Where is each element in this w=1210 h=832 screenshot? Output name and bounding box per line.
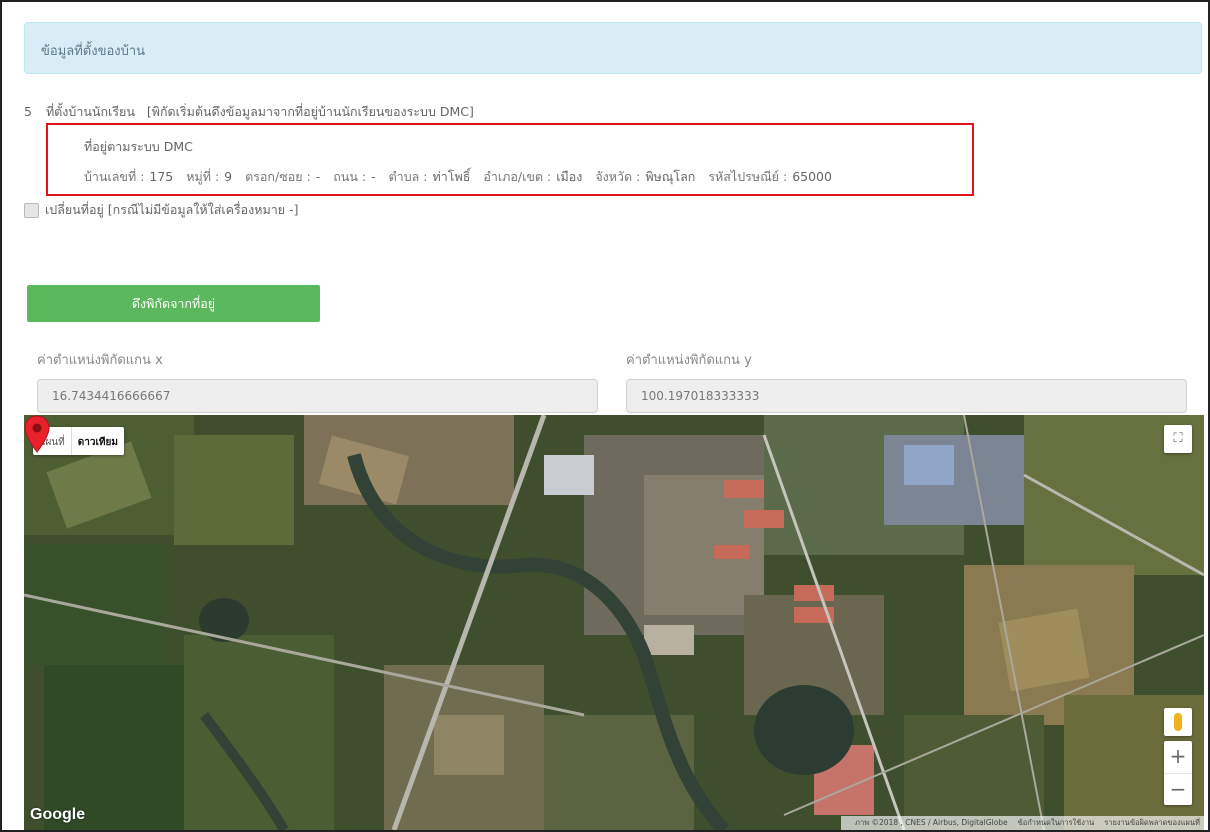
alley-value: - (315, 169, 321, 184)
postcode-value: 65000 (792, 169, 832, 184)
village-label: หมู่ที่ : (186, 169, 220, 184)
province-label: จังหวัด : (595, 169, 641, 184)
subdistrict-value: ท่าโพธิ์ (432, 169, 471, 184)
map-attribution: ภาพ ©2018 , CNES / Airbus, DigitalGlobe … (841, 816, 1204, 830)
satellite-imagery (24, 415, 1204, 830)
subdistrict-label: ตำบล : (388, 169, 428, 184)
fetch-coords-button[interactable]: ดึงพิกัดจากที่อยู่ (27, 285, 320, 322)
village-value: 9 (224, 169, 233, 184)
x-coord-label: ค่าตำแหน่งพิกัดแกน x (37, 353, 163, 368)
district-label: อำเภอ/เขต : (483, 169, 552, 184)
district-value: เมือง (556, 169, 583, 184)
house-number-value: 175 (149, 169, 174, 184)
question-label: ที่ตั้งบ้านนักเรียน (45, 104, 135, 119)
road-value: - (371, 169, 376, 184)
pegman-icon[interactable] (1164, 708, 1192, 736)
section-title: ข้อมูลที่ตั้งของบ้าน (41, 44, 146, 59)
y-coord-input[interactable]: 100.197018333333 (626, 379, 1187, 413)
question-number: 5 (24, 104, 32, 119)
province-value: พิษณุโลก (645, 169, 696, 184)
satellite-map[interactable]: แผนที่ ดาวเทียม ⛶ + − Google ภาพ ©2018 ,… (24, 415, 1204, 830)
map-report-error-link[interactable]: รายงานข้อผิดพลาดของแผนที่ (1104, 817, 1200, 829)
zoom-in-button[interactable]: + (1164, 741, 1192, 773)
postcode-label: รหัสไปรษณีย์ : (708, 169, 788, 184)
map-type-satellite-button[interactable]: ดาวเทียม (70, 427, 124, 455)
location-marker-icon[interactable] (24, 415, 50, 453)
map-copyright: ภาพ ©2018 , CNES / Airbus, DigitalGlobe (855, 818, 1008, 827)
dmc-address-box: ที่อยู่ตามระบบ DMC บ้านเลขที่ : 175 หมู่ท… (46, 123, 974, 196)
map-terms-link[interactable]: ข้อกำหนดในการใช้งาน (1018, 817, 1095, 829)
change-address-label: เปลี่ยนที่อยู่ [กรณีไม่มีข้อมูลให้ใส่เคร… (45, 202, 299, 217)
zoom-out-button[interactable]: − (1164, 773, 1192, 805)
change-address-checkbox[interactable] (24, 202, 39, 218)
change-address-row[interactable]: เปลี่ยนที่อยู่ [กรณีไม่มีข้อมูลให้ใส่เคร… (24, 200, 298, 220)
dmc-address-line: บ้านเลขที่ :175 หมู่ที่ :9 ตรอก/ซอย :- ถ… (84, 167, 841, 187)
road-label: ถนน : (333, 169, 367, 184)
y-coord-label: ค่าตำแหน่งพิกัดแกน y (626, 353, 752, 368)
house-number-label: บ้านเลขที่ : (84, 169, 145, 184)
fullscreen-icon[interactable]: ⛶ (1164, 425, 1192, 453)
zoom-control: + − (1164, 741, 1192, 805)
question-line: 5 ที่ตั้งบ้านนักเรียน [พิกัดเริ่มต้นดึงข… (24, 102, 474, 122)
x-coord-input[interactable]: 16.7434416666667 (37, 379, 598, 413)
question-note: [พิกัดเริ่มต้นดึงข้อมูลมาจากที่อยู่บ้านน… (146, 104, 474, 119)
section-header: ข้อมูลที่ตั้งของบ้าน (24, 22, 1202, 74)
alley-label: ตรอก/ซอย : (245, 169, 311, 184)
page-frame: ข้อมูลที่ตั้งของบ้าน 5 ที่ตั้งบ้านนักเรี… (0, 0, 1210, 832)
google-logo: Google (30, 806, 86, 823)
dmc-address-title: ที่อยู่ตามระบบ DMC (84, 139, 193, 154)
